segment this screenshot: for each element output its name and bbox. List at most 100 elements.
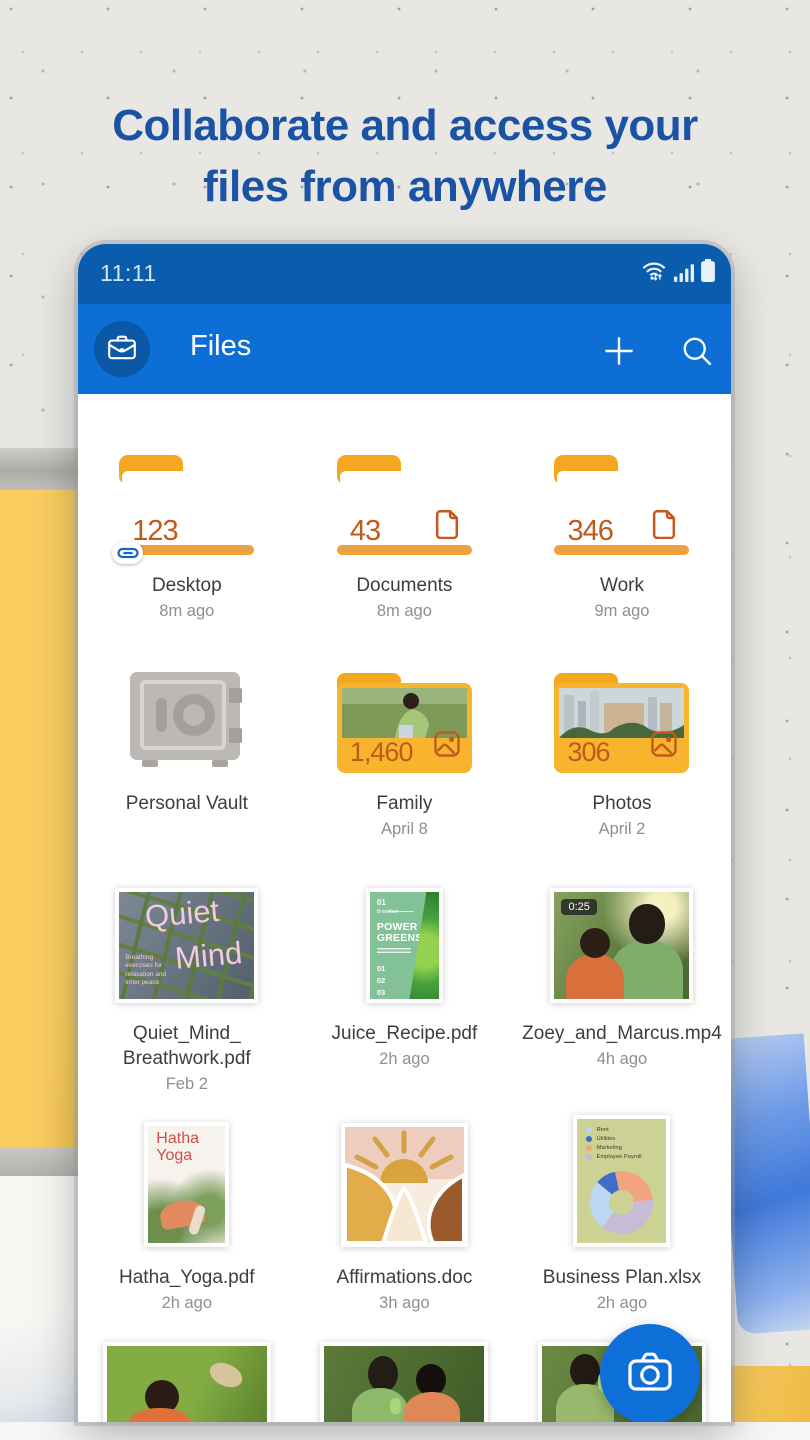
- item-meta: 2h ago: [162, 1294, 212, 1313]
- document-icon: [435, 510, 460, 544]
- item-name: Desktop: [152, 573, 222, 598]
- pdf-thumbnail: 01 Breakfast POWER GREENS 01 0: [366, 888, 443, 1003]
- thumb-title-word: Mind: [174, 935, 244, 977]
- shared-link-badge: [112, 542, 143, 564]
- item-name: Zoey_and_Marcus.mp4: [522, 1021, 722, 1046]
- background-glass-shape: [718, 1033, 810, 1334]
- thumb-list-item: 03: [377, 988, 385, 997]
- item-name-line1: Quiet_Mind_: [123, 1021, 251, 1046]
- tile-desktop-folder[interactable]: 123 Desktop 8m ago: [78, 455, 296, 621]
- tile-photo-1[interactable]: [78, 1342, 296, 1422]
- legend-label: Rent: [596, 1127, 608, 1133]
- search-button[interactable]: [680, 334, 714, 368]
- thumb-list-item: 01: [377, 964, 385, 973]
- legend-label: Marketing: [596, 1145, 621, 1151]
- item-name-line2: Breathwork.pdf: [123, 1046, 251, 1071]
- legend-label: Utilities: [596, 1136, 615, 1142]
- tile-juice-recipe-pdf[interactable]: 01 Breakfast POWER GREENS 01 0: [296, 888, 514, 1094]
- signal-icon: [674, 262, 694, 287]
- tile-documents-folder[interactable]: 43 Documents 8m ago: [296, 455, 514, 621]
- spreadsheet-thumbnail: Rent Utilities Marketing Employee Payrol…: [573, 1115, 670, 1247]
- pdf-thumbnail: Quiet Mind Breathing exercises for relax…: [115, 888, 258, 1003]
- item-name: Juice_Recipe.pdf: [332, 1021, 478, 1046]
- thumb-title-line2: Yoga: [156, 1148, 199, 1165]
- tile-work-folder[interactable]: 346 Work 9m ago: [513, 455, 731, 621]
- status-bar: 11:11: [78, 244, 731, 304]
- phone-mockup: 11:11: [78, 244, 731, 1422]
- battery-icon: [701, 259, 715, 287]
- tile-business-plan-xlsx[interactable]: Rent Utilities Marketing Employee Payrol…: [513, 1115, 731, 1313]
- chart-legend: Rent Utilities Marketing Employee Payrol…: [586, 1127, 641, 1163]
- folder-item-count: 43: [350, 515, 380, 548]
- folder-icon: 346: [554, 455, 689, 555]
- photo-folder-icon: 306: [554, 673, 689, 773]
- boho-sun-artwork: [345, 1127, 464, 1243]
- item-meta: 4h ago: [597, 1050, 647, 1069]
- item-meta: 8m ago: [159, 602, 214, 621]
- video-duration-badge: 0:25: [561, 899, 596, 915]
- folder-icon: 43: [337, 455, 472, 555]
- grid-row-3: Quiet Mind Breathing exercises for relax…: [78, 888, 731, 1094]
- file-grid: 123 Desktop 8m ago: [78, 394, 731, 1422]
- item-name: Work: [600, 573, 644, 598]
- tile-hatha-yoga-pdf[interactable]: Hatha Yoga Hatha_Yoga.pdf 2h ago: [78, 1115, 296, 1313]
- item-name: Hatha_Yoga.pdf: [119, 1265, 255, 1290]
- camera-icon: [627, 1351, 673, 1398]
- folder-icon: 123: [119, 455, 254, 555]
- tile-family-folder[interactable]: 1,460 Family April 8: [296, 673, 514, 839]
- tile-affirmations-doc[interactable]: Affirmations.doc 3h ago: [296, 1115, 514, 1313]
- folder-item-count: 123: [132, 515, 177, 548]
- image-icon: [434, 731, 460, 762]
- background-bottom-strip: [0, 1422, 810, 1440]
- item-name: Family: [376, 791, 432, 816]
- hero-title-line1: Collaborate and access your: [0, 96, 810, 157]
- thumb-title-word: Quiet: [144, 893, 221, 935]
- add-button[interactable]: [602, 334, 636, 368]
- item-name: Personal Vault: [126, 791, 248, 816]
- photo-folder-icon: 1,460: [337, 673, 472, 773]
- tile-personal-vault[interactable]: Personal Vault: [78, 673, 296, 839]
- app-logo-button[interactable]: [94, 321, 150, 377]
- item-meta: April 2: [599, 820, 646, 839]
- link-icon: [117, 546, 139, 560]
- item-meta: April 8: [381, 820, 428, 839]
- photo-thumbnail: [320, 1342, 488, 1422]
- photo-thumbnail: [103, 1342, 271, 1422]
- tile-quiet-mind-pdf[interactable]: Quiet Mind Breathing exercises for relax…: [78, 888, 296, 1094]
- tile-photos-folder[interactable]: 306 Photos April 2: [513, 673, 731, 839]
- camera-fab-button[interactable]: [600, 1324, 700, 1422]
- thumb-caption: Breathing exercises for relaxation and i…: [125, 954, 177, 988]
- screenshot-root: Collaborate and access your files from a…: [0, 0, 810, 1440]
- thumb-title-line2: GREENS: [377, 933, 423, 944]
- thumb-title-line1: Hatha: [156, 1131, 199, 1148]
- item-meta: 2h ago: [597, 1294, 647, 1313]
- page-title: Files: [190, 330, 251, 363]
- grid-row-2: Personal Vault: [78, 673, 731, 839]
- tile-photo-2[interactable]: [296, 1342, 514, 1422]
- wifi-icon: [641, 260, 667, 287]
- briefcase-icon: [106, 332, 138, 367]
- hero-title-line2: files from anywhere: [0, 157, 810, 218]
- app-bar: Files: [78, 304, 731, 394]
- item-meta: Feb 2: [166, 1075, 208, 1094]
- item-name: Affirmations.doc: [336, 1265, 472, 1290]
- item-meta: 2h ago: [379, 1050, 429, 1069]
- item-name: Photos: [592, 791, 651, 816]
- legend-label: Employee Payroll: [596, 1154, 641, 1160]
- status-icons: [641, 259, 715, 287]
- status-time: 11:11: [100, 260, 157, 287]
- item-meta: 3h ago: [379, 1294, 429, 1313]
- vault-safe-icon: [126, 670, 248, 773]
- thumb-label: Breakfast: [377, 909, 398, 915]
- pdf-thumbnail: Hatha Yoga: [144, 1122, 229, 1247]
- grid-row-1: 123 Desktop 8m ago: [78, 455, 731, 621]
- grid-row-4: Hatha Yoga Hatha_Yoga.pdf 2h ago: [78, 1115, 731, 1313]
- tile-zoey-marcus-video[interactable]: 0:25 Zoey_and_Marcus.mp4 4h ago: [513, 888, 731, 1094]
- folder-item-count: 306: [567, 737, 609, 768]
- image-icon: [651, 731, 677, 762]
- folder-item-count: 346: [567, 515, 612, 548]
- hero-title: Collaborate and access your files from a…: [0, 96, 810, 217]
- item-meta: 8m ago: [377, 602, 432, 621]
- doc-thumbnail: [341, 1123, 468, 1247]
- item-meta: 9m ago: [594, 602, 649, 621]
